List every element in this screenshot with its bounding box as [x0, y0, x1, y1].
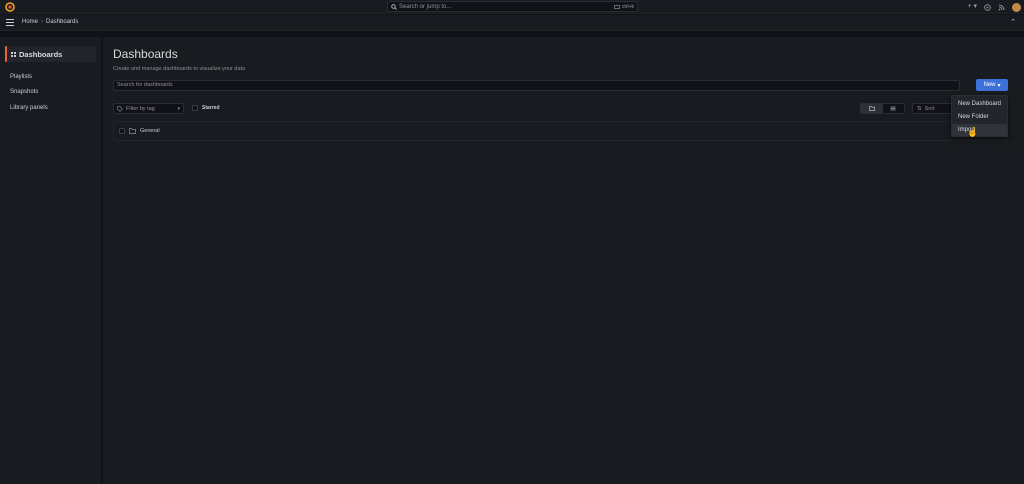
filter-by-tag-select[interactable]: Filter by tag ▾ — [113, 103, 184, 114]
sort-label: Sort — [924, 105, 935, 112]
top-right-actions: + ▾ — [967, 1, 1021, 13]
folder-icon — [129, 128, 136, 134]
folder-list: General — [113, 121, 1008, 141]
help-icon[interactable] — [984, 3, 991, 11]
tag-icon — [117, 105, 123, 112]
breadcrumb-bar: Home › Dashboards ⌃ — [0, 15, 1024, 31]
breadcrumb-home[interactable]: Home — [22, 19, 38, 25]
chevron-up-icon[interactable]: ⌃ — [1010, 18, 1016, 26]
page-title: Dashboards — [113, 47, 178, 61]
filter-by-tag-label: Filter by tag — [126, 105, 155, 112]
menu-item-new-folder[interactable]: New Folder — [952, 111, 1007, 123]
sidebar-item-dashboards[interactable]: Dashboards — [5, 46, 96, 62]
breadcrumb-separator: › — [41, 19, 44, 25]
new-button-label: New — [983, 82, 996, 88]
main-content: Dashboards Create and manage dashboards … — [103, 37, 1024, 484]
sidebar: Dashboards Playlists Snapshots Library p… — [0, 37, 101, 484]
starred-checkbox[interactable] — [192, 105, 198, 111]
hand-cursor-icon: ☝ — [967, 127, 979, 137]
folder-view-button[interactable] — [861, 104, 883, 113]
list-view-button[interactable] — [883, 104, 905, 113]
apps-icon — [11, 51, 16, 57]
page-subtitle: Create and manage dashboards to visualiz… — [113, 66, 246, 72]
sidebar-item-snapshots[interactable]: Snapshots — [10, 89, 38, 95]
sidebar-item-playlists[interactable]: Playlists — [10, 74, 32, 80]
menu-item-import[interactable]: Import — [952, 124, 1007, 136]
grafana-logo[interactable] — [5, 2, 15, 12]
plus-icon[interactable]: + ▾ — [967, 1, 977, 13]
list-item[interactable]: General — [119, 128, 160, 134]
starred-filter[interactable]: Starred — [192, 105, 220, 111]
sidebar-item-label: Dashboards — [19, 49, 63, 59]
folder-icon — [868, 106, 875, 111]
new-dropdown-menu: New Dashboard New Folder Import — [951, 95, 1008, 137]
breadcrumb: Home › Dashboards — [22, 19, 78, 25]
top-bar: Search or jump to... ctrl+k + ▾ — [0, 0, 1024, 14]
keyboard-shortcut: ctrl+k — [613, 3, 634, 10]
folder-checkbox[interactable] — [119, 128, 125, 134]
menu-icon[interactable] — [6, 19, 14, 27]
global-search-placeholder: Search or jump to... — [399, 3, 452, 10]
folder-label: General — [140, 128, 160, 134]
sort-icon: ⇅ — [917, 105, 922, 112]
breadcrumb-current[interactable]: Dashboards — [46, 19, 78, 25]
search-icon — [391, 3, 397, 10]
keyboard-icon — [613, 4, 620, 9]
view-toggle[interactable] — [860, 103, 905, 114]
chevron-down-icon: ▾ — [177, 105, 180, 112]
dashboard-search-input[interactable]: Search for dashboards — [113, 80, 960, 91]
starred-label: Starred — [202, 105, 220, 111]
user-avatar[interactable] — [1012, 2, 1021, 12]
shortcut-label: ctrl+k — [621, 3, 634, 10]
global-search-input[interactable]: Search or jump to... ctrl+k — [387, 1, 638, 12]
chevron-down-icon: ▾ — [997, 82, 1001, 89]
rss-icon[interactable] — [998, 4, 1005, 11]
list-icon — [890, 106, 896, 111]
menu-item-new-dashboard[interactable]: New Dashboard — [952, 98, 1007, 110]
new-button[interactable]: New ▾ — [976, 79, 1008, 91]
sidebar-item-library-panels[interactable]: Library panels — [10, 105, 48, 111]
